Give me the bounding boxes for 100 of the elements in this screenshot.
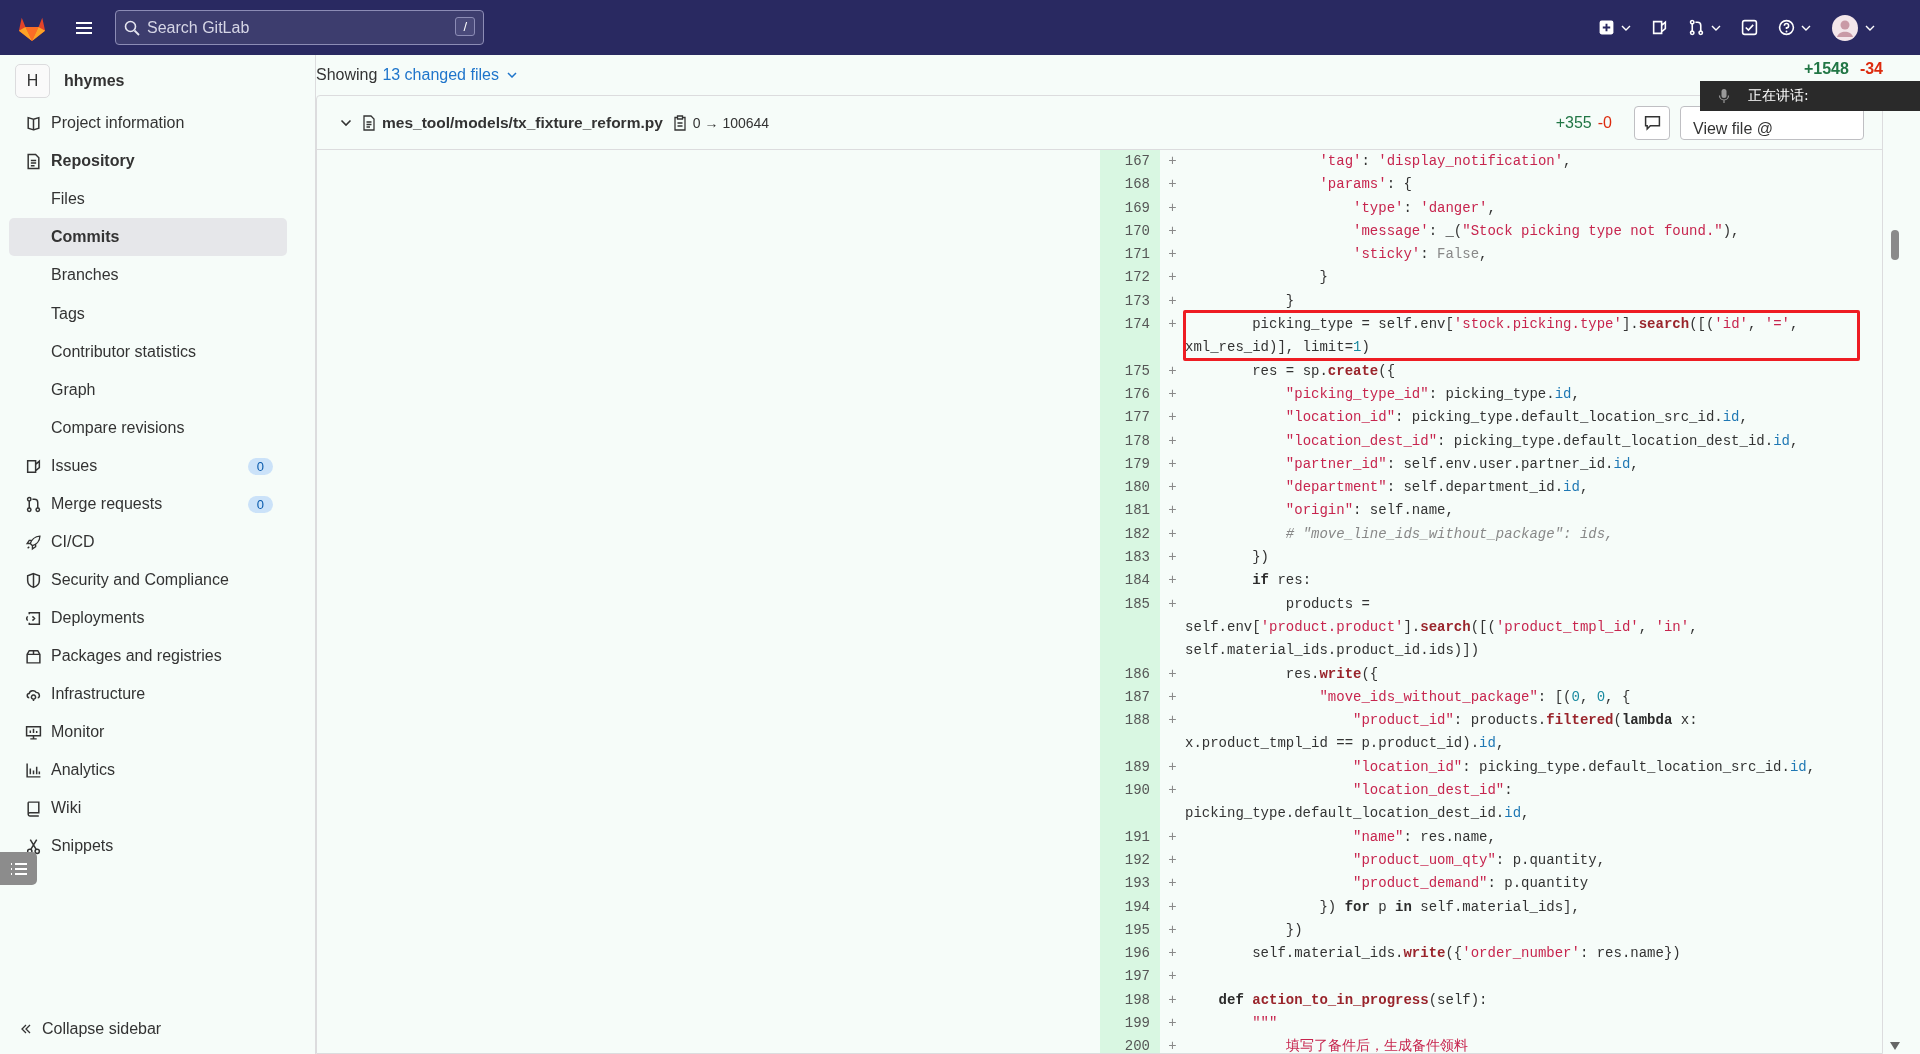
- line-number[interactable]: 179: [1100, 452, 1160, 477]
- sidebar-item[interactable]: Repository: [9, 142, 287, 180]
- count-badge: 0: [247, 457, 273, 475]
- sidebar-subitem[interactable]: Graph: [9, 370, 287, 410]
- menu-icon[interactable]: [75, 20, 93, 35]
- document-icon: [25, 152, 42, 170]
- line-number[interactable]: 190: [1100, 779, 1160, 826]
- search-icon: [124, 20, 140, 36]
- code-line: res.write({: [1284, 664, 1380, 684]
- line-number[interactable]: 171: [1100, 243, 1160, 267]
- new-item-button[interactable]: [1598, 19, 1631, 36]
- line-number[interactable]: 185: [1100, 592, 1160, 663]
- line-number[interactable]: 191: [1100, 825, 1160, 849]
- sidebar-item[interactable]: Analytics: [9, 751, 287, 790]
- chevron-down-icon[interactable]: [340, 118, 352, 127]
- added-line-marker: +: [1167, 990, 1178, 1010]
- line-number[interactable]: 195: [1100, 918, 1160, 943]
- line-number[interactable]: 169: [1100, 196, 1160, 220]
- line-number[interactable]: 186: [1100, 662, 1160, 686]
- added-line-marker: +: [1167, 268, 1178, 288]
- code-line: }: [1284, 291, 1296, 311]
- line-number[interactable]: 184: [1100, 569, 1160, 593]
- merge-requests-button[interactable]: [1688, 19, 1721, 36]
- line-number[interactable]: 181: [1100, 499, 1160, 523]
- sidebar-item[interactable]: Packages and registries: [9, 637, 287, 676]
- line-number[interactable]: 196: [1100, 942, 1160, 966]
- added-line-marker: +: [1167, 897, 1178, 917]
- merge-request-icon: [1688, 19, 1705, 36]
- added-line-marker: +: [1167, 548, 1178, 568]
- line-number[interactable]: 177: [1100, 406, 1160, 430]
- sidebar-item[interactable]: Project information: [9, 104, 287, 142]
- added-line-marker: +: [1167, 920, 1178, 940]
- sidebar-item[interactable]: Security and Compliance: [9, 561, 287, 600]
- floating-list-button[interactable]: [0, 852, 37, 885]
- sidebar-item[interactable]: CI/CD: [9, 523, 287, 562]
- changed-files-summary: Showing: [316, 66, 378, 84]
- sidebar-subitem[interactable]: Files: [9, 180, 287, 219]
- line-number[interactable]: 178: [1100, 429, 1160, 453]
- line-number[interactable]: 193: [1100, 872, 1160, 896]
- line-number[interactable]: 198: [1100, 988, 1160, 1012]
- comment-button[interactable]: [1634, 105, 1670, 140]
- line-number[interactable]: 194: [1100, 895, 1160, 919]
- added-line-marker: +: [1167, 315, 1178, 335]
- copy-icon[interactable]: [672, 114, 687, 131]
- added-line-marker: +: [1167, 152, 1178, 171]
- code-line: # "move_line_ids_without_package": ids,: [1284, 524, 1615, 544]
- sidebar-item[interactable]: Monitor: [9, 713, 287, 752]
- sidebar-subitem[interactable]: Tags: [9, 294, 287, 333]
- added-line-marker: +: [1167, 501, 1178, 521]
- code-line: "product_uom_qty": p.quantity,: [1352, 850, 1607, 870]
- code-line: "move_ids_without_package": [(0, 0, {: [1318, 687, 1632, 707]
- sidebar-item[interactable]: Issues 0: [9, 447, 287, 486]
- line-number[interactable]: 199: [1100, 1012, 1160, 1036]
- line-number[interactable]: 174: [1100, 313, 1160, 360]
- code-line: }: [1318, 268, 1329, 288]
- project-avatar[interactable]: H: [15, 64, 50, 98]
- added-line-marker: +: [1167, 291, 1178, 311]
- file-path-link[interactable]: mes_tool/models/tx_fixture_reform.py: [382, 113, 663, 132]
- sidebar-subitem[interactable]: Compare revisions: [9, 409, 287, 448]
- line-number[interactable]: 200: [1100, 1035, 1160, 1053]
- scrollbar-thumb[interactable]: [1891, 230, 1899, 260]
- code-line: "location_dest_id": picking_type.default_location_dest_id.id,: [1185, 781, 1531, 824]
- additions-count: +355: [1555, 113, 1592, 132]
- line-number[interactable]: 182: [1100, 522, 1160, 547]
- line-number[interactable]: 173: [1100, 289, 1160, 314]
- sidebar-item[interactable]: Merge requests 0: [9, 485, 287, 524]
- code-line: "location_id": picking_type.default_location_src_id.id,: [1284, 408, 1749, 428]
- line-number[interactable]: 188: [1100, 709, 1160, 756]
- sidebar-item[interactable]: Infrastructure: [9, 675, 287, 714]
- line-number[interactable]: 187: [1100, 685, 1160, 710]
- changed-files-link[interactable]: 13 changed files: [382, 66, 517, 84]
- project-name[interactable]: hhymes: [64, 72, 125, 90]
- issues-icon[interactable]: [1651, 19, 1668, 36]
- collapse-sidebar-button[interactable]: Collapse sidebar: [0, 1020, 315, 1054]
- sidebar-subitem[interactable]: Contributor statistics: [9, 332, 287, 371]
- line-number[interactable]: 172: [1100, 266, 1160, 290]
- line-number[interactable]: 176: [1100, 382, 1160, 407]
- line-number[interactable]: 168: [1100, 173, 1160, 197]
- sidebar-subitem[interactable]: Commits: [9, 218, 287, 257]
- user-menu-button[interactable]: [1831, 13, 1875, 42]
- code-line: "product_demand": p.quantity: [1352, 874, 1590, 894]
- sidebar-item[interactable]: Deployments: [9, 599, 287, 638]
- line-number[interactable]: 175: [1100, 359, 1160, 383]
- line-number[interactable]: 180: [1100, 476, 1160, 500]
- scroll-down-arrow-icon[interactable]: [1890, 1042, 1900, 1050]
- added-line-marker: +: [1167, 827, 1178, 847]
- deletions-count: -34: [1859, 60, 1883, 78]
- code-line: 'params': {: [1318, 175, 1413, 195]
- line-number[interactable]: 192: [1100, 848, 1160, 873]
- count-badge: 0: [247, 495, 273, 513]
- line-number[interactable]: 167: [1100, 150, 1160, 174]
- line-number[interactable]: 197: [1100, 965, 1160, 989]
- todo-checkbox-icon[interactable]: [1741, 19, 1758, 36]
- plus-icon: [1598, 19, 1615, 36]
- help-button[interactable]: [1778, 19, 1811, 36]
- line-number[interactable]: 170: [1100, 219, 1160, 244]
- sidebar-subitem[interactable]: Branches: [9, 256, 287, 295]
- line-number[interactable]: 183: [1100, 546, 1160, 570]
- line-number[interactable]: 189: [1100, 755, 1160, 779]
- sidebar-item[interactable]: Wiki: [9, 789, 287, 828]
